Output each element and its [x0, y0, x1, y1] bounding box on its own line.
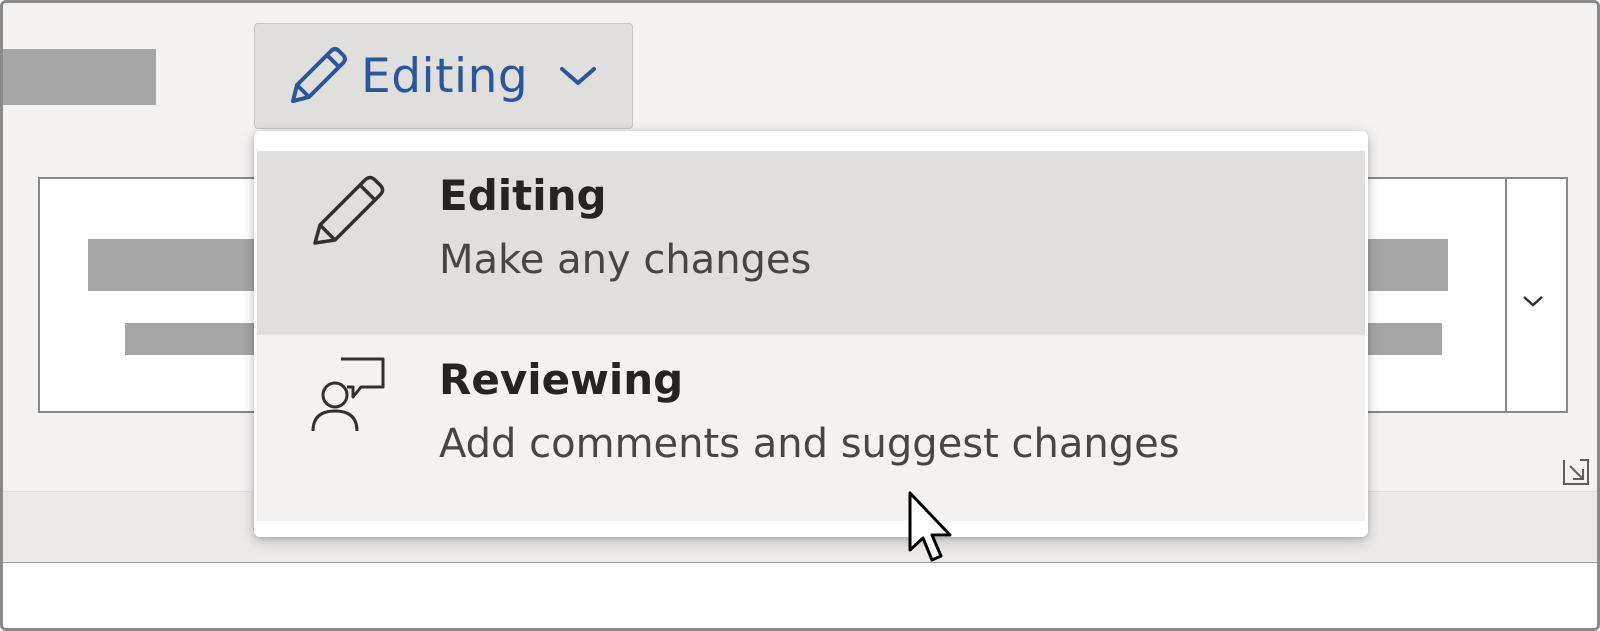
- chevron-down-icon: [1523, 296, 1543, 307]
- menu-item-editing[interactable]: Editing Make any changes: [257, 151, 1365, 335]
- pencil-icon: [313, 175, 385, 245]
- menu-item-description: Make any changes: [439, 237, 812, 283]
- menu-item-title: Editing: [439, 171, 607, 220]
- editing-mode-menu: Editing Make any changes Reviewing Add c…: [254, 131, 1368, 537]
- styles-dialog-launcher[interactable]: [1559, 455, 1593, 489]
- chevron-down-icon: [558, 64, 598, 88]
- pencil-icon: [291, 47, 347, 103]
- styles-more-button[interactable]: [1508, 283, 1558, 319]
- person-comment-icon: [311, 357, 385, 432]
- menu-item-title: Reviewing: [439, 355, 684, 404]
- editing-mode-label: Editing: [361, 48, 529, 104]
- mouse-cursor-icon: [908, 491, 952, 562]
- dialog-launcher-icon: [1563, 459, 1589, 485]
- styles-gallery-divider: [1505, 179, 1507, 411]
- menu-item-description: Add comments and suggest changes: [439, 421, 1180, 467]
- app-window: Editing Editing Make any changes Reviewi…: [0, 0, 1600, 631]
- document-area: [3, 563, 1597, 628]
- menu-item-reviewing[interactable]: Reviewing Add comments and suggest chang…: [257, 335, 1365, 521]
- ribbon-placeholder: [3, 49, 156, 105]
- editing-mode-button[interactable]: Editing: [254, 23, 633, 129]
